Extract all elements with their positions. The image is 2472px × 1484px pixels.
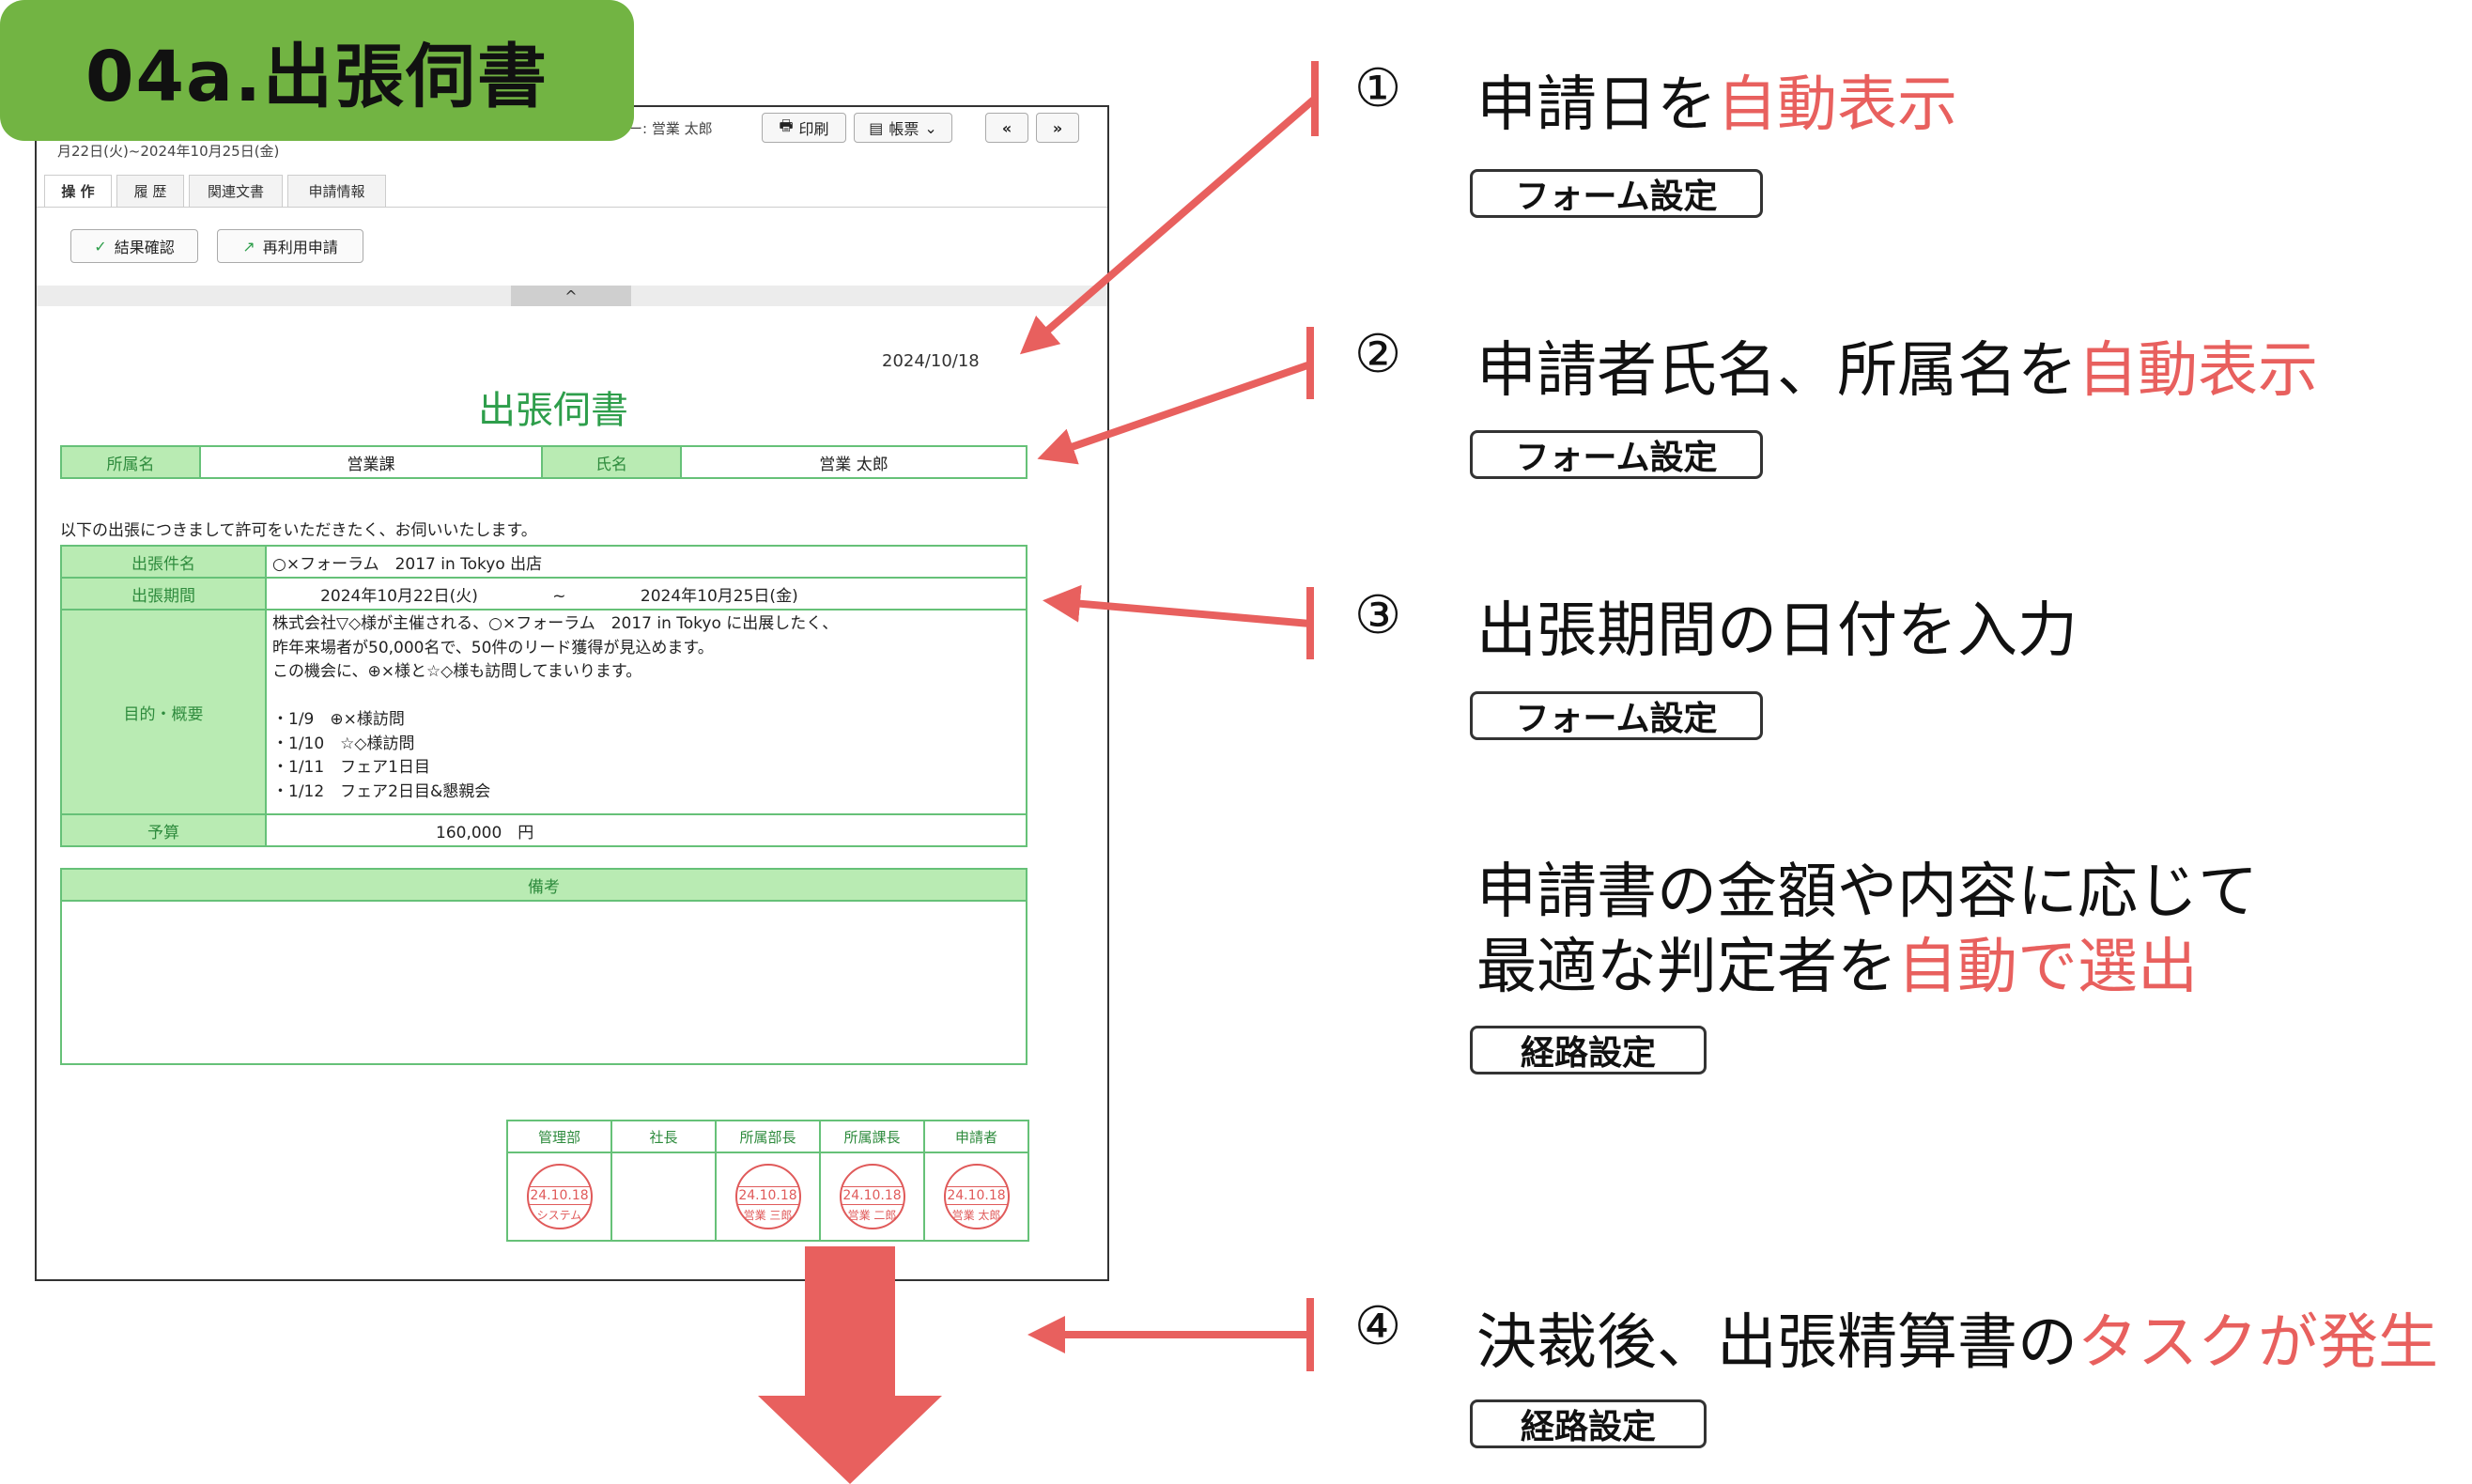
annotation-text: 決裁後、出張精算書のタスクが発生: [1476, 1294, 2438, 1381]
annotation-arrows: [758, 61, 1319, 1484]
arrow-1: [1019, 95, 1318, 355]
form-settings-tag: フォーム設定: [1470, 169, 1763, 218]
route-settings-tag: 経路設定: [1470, 1026, 1707, 1074]
down-arrow: [758, 1246, 942, 1484]
title-badge: 04a.出張伺書: [0, 0, 634, 141]
annotation-text-line1: 申請書の金額や内容に応じて: [1476, 858, 2258, 927]
annotation-number: ④: [1354, 1296, 1402, 1357]
page-title: 04a.出張伺書: [85, 36, 549, 117]
annotation-text-highlight: 自動で選出: [1897, 933, 2198, 1002]
annotation-number: ③: [1354, 585, 1402, 646]
annotation-text: 申請者氏名、所属名を自動表示: [1476, 322, 2318, 409]
annotation-text: 申請日を自動表示: [1476, 56, 1957, 143]
annotation-text-highlight: 自動表示: [1717, 70, 1957, 140]
annotation-text-plain: 出張期間の日付を入力: [1476, 596, 2078, 666]
annotation-text: 出張期間の日付を入力: [1476, 582, 2078, 669]
annotation-number: ②: [1354, 324, 1402, 385]
form-settings-tag: フォーム設定: [1470, 430, 1763, 479]
form-settings-tag: フォーム設定: [1470, 691, 1763, 740]
arrow-3: [1043, 584, 1311, 627]
annotation-text-plain: 申請日を: [1476, 70, 1717, 140]
annotation-text-plain: 申請者氏名、所属名を: [1476, 336, 2078, 406]
route-settings-tag: 経路設定: [1470, 1399, 1707, 1448]
arrow-2: [1037, 361, 1312, 465]
annotation-text-plain: 決裁後、出張精算書の: [1476, 1308, 2078, 1378]
annotation-text: 最適な判定者を自動で選出: [1476, 919, 2198, 1005]
annotation-text-highlight: 自動表示: [2078, 336, 2318, 406]
annotation-text-plain: 最適な判定者を: [1476, 933, 1897, 1002]
annotation-number: ①: [1354, 58, 1402, 119]
annotation-text-highlight: タスクが発生: [2078, 1308, 2438, 1378]
